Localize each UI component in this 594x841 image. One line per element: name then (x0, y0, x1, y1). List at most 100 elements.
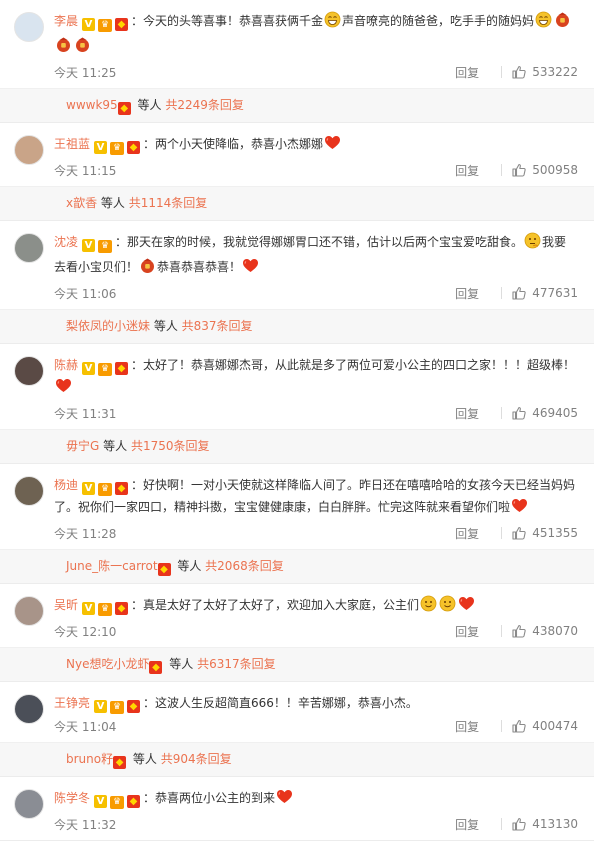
view-replies-link[interactable]: 共904条回复 (161, 752, 232, 766)
comment-content: ：好快啊！一对小天使就这样降临人间了。昨日还在嘻嘻哈哈的女孩今天已经当妈妈了。祝… (54, 478, 575, 514)
comment-text: 杨迪 V ♛ ◆ ：好快啊！一对小天使就这样降临人间了。昨日还在嘻嘻哈哈的女孩今天已经当… (54, 474, 578, 521)
reply-button[interactable]: 回复 (455, 718, 479, 735)
commenter-name[interactable]: 李晨 (54, 14, 78, 28)
reply-button[interactable]: 回复 (455, 525, 479, 542)
reply-user[interactable]: June_陈一carrot (66, 559, 158, 573)
view-replies-link[interactable]: 共1750条回复 (131, 439, 210, 453)
like-button[interactable]: 533222 (512, 65, 578, 79)
reply-button[interactable]: 回复 (455, 64, 479, 81)
heart-emoji (324, 134, 341, 158)
heart-emoji (458, 595, 475, 619)
commenter-name[interactable]: 沈凌 (54, 235, 78, 249)
badge-group: V ♛ ◆ (82, 358, 131, 376)
avatar[interactable] (14, 356, 44, 386)
comment-meta: 今天 11:31 回复 469405 (54, 401, 578, 425)
like-count: 400474 (532, 719, 578, 733)
reply-summary[interactable]: bruno籽 ◆ 等人 共904条回复 (0, 742, 594, 776)
verified-badge-icon: V (82, 18, 96, 31)
view-replies-link[interactable]: 共837条回复 (182, 319, 253, 333)
comment-time: 今天 11:31 (54, 406, 117, 421)
like-button[interactable]: 438070 (512, 624, 578, 638)
like-button[interactable]: 477631 (512, 286, 578, 300)
heart-emoji (511, 497, 528, 521)
vip-badge-icon: ♛ (110, 142, 125, 155)
grin-emoji (535, 11, 552, 35)
comment-feed: 李晨 V ♛ ◆ ：今天的头等喜事！恭喜喜获俩千金 声音嘹亮的随爸爸，吃手手的随妈妈 今天… (0, 0, 594, 841)
reply-button[interactable]: 回复 (455, 285, 479, 302)
reply-summary[interactable]: June_陈一carrot ◆ 等人 共2068条回复 (0, 549, 594, 583)
avatar[interactable] (14, 233, 44, 263)
action-divider (501, 625, 503, 637)
reply-summary[interactable]: Nye想吃小龙虾 ◆ 等人 共6317条回复 (0, 647, 594, 681)
thumbs-up-icon (512, 65, 526, 79)
reply-button[interactable]: 回复 (455, 405, 479, 422)
comment-meta: 今天 11:32 回复 413130 (54, 812, 578, 836)
view-replies-link[interactable]: 共1114条回复 (129, 196, 208, 210)
reply-user[interactable]: x歆香 (66, 196, 97, 210)
reply-summary[interactable]: wwwk95 ◆ 等人 共2249条回复 (0, 88, 594, 122)
reply-user[interactable]: 毋宁G (66, 439, 99, 453)
smile-emoji (439, 595, 456, 619)
avatar[interactable] (14, 12, 44, 42)
thumbs-up-icon (512, 286, 526, 300)
red-envelope-badge-icon: ◆ (127, 141, 141, 154)
comment-time: 今天 12:10 (54, 624, 117, 639)
commenter-name[interactable]: 杨迪 (54, 478, 78, 492)
reply-button[interactable]: 回复 (455, 816, 479, 833)
avatar[interactable] (14, 476, 44, 506)
avatar[interactable] (14, 789, 44, 819)
commenter-name[interactable]: 吴昕 (54, 598, 78, 612)
badge-group: V ♛ ◆ (82, 598, 131, 616)
reply-summary[interactable]: 毋宁G 等人 共1750条回复 (0, 429, 594, 463)
comment-text: 李晨 V ♛ ◆ ：今天的头等喜事！恭喜喜获俩千金 声音嘹亮的随爸爸，吃手手的随妈妈 (54, 10, 578, 60)
reply-mid-text: 等人 (133, 98, 166, 112)
like-button[interactable]: 451355 (512, 526, 578, 540)
avatar[interactable] (14, 596, 44, 626)
like-count: 438070 (532, 624, 578, 638)
vip-badge-icon: ♛ (98, 19, 113, 32)
commenter-name[interactable]: 陈学冬 (54, 791, 90, 805)
reply-mid-text: 等人 (99, 439, 131, 453)
reply-mid-text: 等人 (129, 752, 161, 766)
like-button[interactable]: 500958 (512, 163, 578, 177)
thinking-emoji (524, 232, 541, 256)
view-replies-link[interactable]: 共6317条回复 (197, 657, 276, 671)
vip-badge-icon: ♛ (110, 701, 125, 714)
reply-summary[interactable]: x歆香 等人 共1114条回复 (0, 186, 594, 220)
verified-badge-icon: V (82, 602, 96, 615)
commenter-name[interactable]: 王铮亮 (54, 696, 90, 710)
red-envelope-badge-icon: ◆ (113, 756, 127, 769)
action-divider (501, 720, 503, 732)
comment-text-segment: ：真是太好了太好了太好了，欢迎加入大家庭，公主们 (131, 598, 420, 612)
like-button[interactable]: 413130 (512, 817, 578, 831)
commenter-name[interactable]: 王祖蓝 (54, 137, 90, 151)
like-count: 533222 (532, 65, 578, 79)
avatar[interactable] (14, 694, 44, 724)
reply-mid-text: 等人 (173, 559, 206, 573)
reply-user[interactable]: bruno籽 (66, 752, 113, 766)
badge-group: V ♛ ◆ (94, 137, 143, 155)
view-replies-link[interactable]: 共2249条回复 (165, 98, 244, 112)
comment-text: 沈凌 V ♛ ：那天在家的时候，我就觉得娜娜胃口还不错，估计以后两个宝宝爱吃甜食。 我要… (54, 231, 578, 281)
thumbs-up-icon (512, 163, 526, 177)
comment-time: 今天 11:25 (54, 65, 117, 80)
reply-user[interactable]: Nye想吃小龙虾 (66, 657, 149, 671)
like-button[interactable]: 400474 (512, 719, 578, 733)
avatar[interactable] (14, 135, 44, 165)
comment-text: 王祖蓝 V ♛ ◆ ：两个小天使降临，恭喜小杰娜娜 (54, 133, 578, 158)
comment-text-segment: ：那天在家的时候，我就觉得娜娜胃口还不错，估计以后两个宝宝爱吃甜食。 (115, 235, 524, 249)
comment-text-segment: 恭喜恭喜恭喜！ (157, 260, 242, 274)
reply-user[interactable]: wwwk95 (66, 98, 118, 112)
comment-text-segment: ：两个小天使降临，恭喜小杰娜娜 (143, 137, 324, 151)
reply-button[interactable]: 回复 (455, 162, 479, 179)
reply-button[interactable]: 回复 (455, 623, 479, 640)
view-replies-link[interactable]: 共2068条回复 (205, 559, 284, 573)
reply-summary[interactable]: 梨依凤的小迷妹 等人 共837条回复 (0, 309, 594, 343)
thumbs-up-icon (512, 624, 526, 638)
comment-content: ：太好了！恭喜娜娜杰哥，从此就是多了两位可爱小公主的四口之家！！！超级棒！ (54, 358, 575, 394)
commenter-name[interactable]: 陈赫 (54, 358, 78, 372)
like-button[interactable]: 469405 (512, 406, 578, 420)
reply-user[interactable]: 梨依凤的小迷妹 (66, 319, 150, 333)
red-envelope-badge-icon: ◆ (117, 102, 131, 115)
like-count: 413130 (532, 817, 578, 831)
